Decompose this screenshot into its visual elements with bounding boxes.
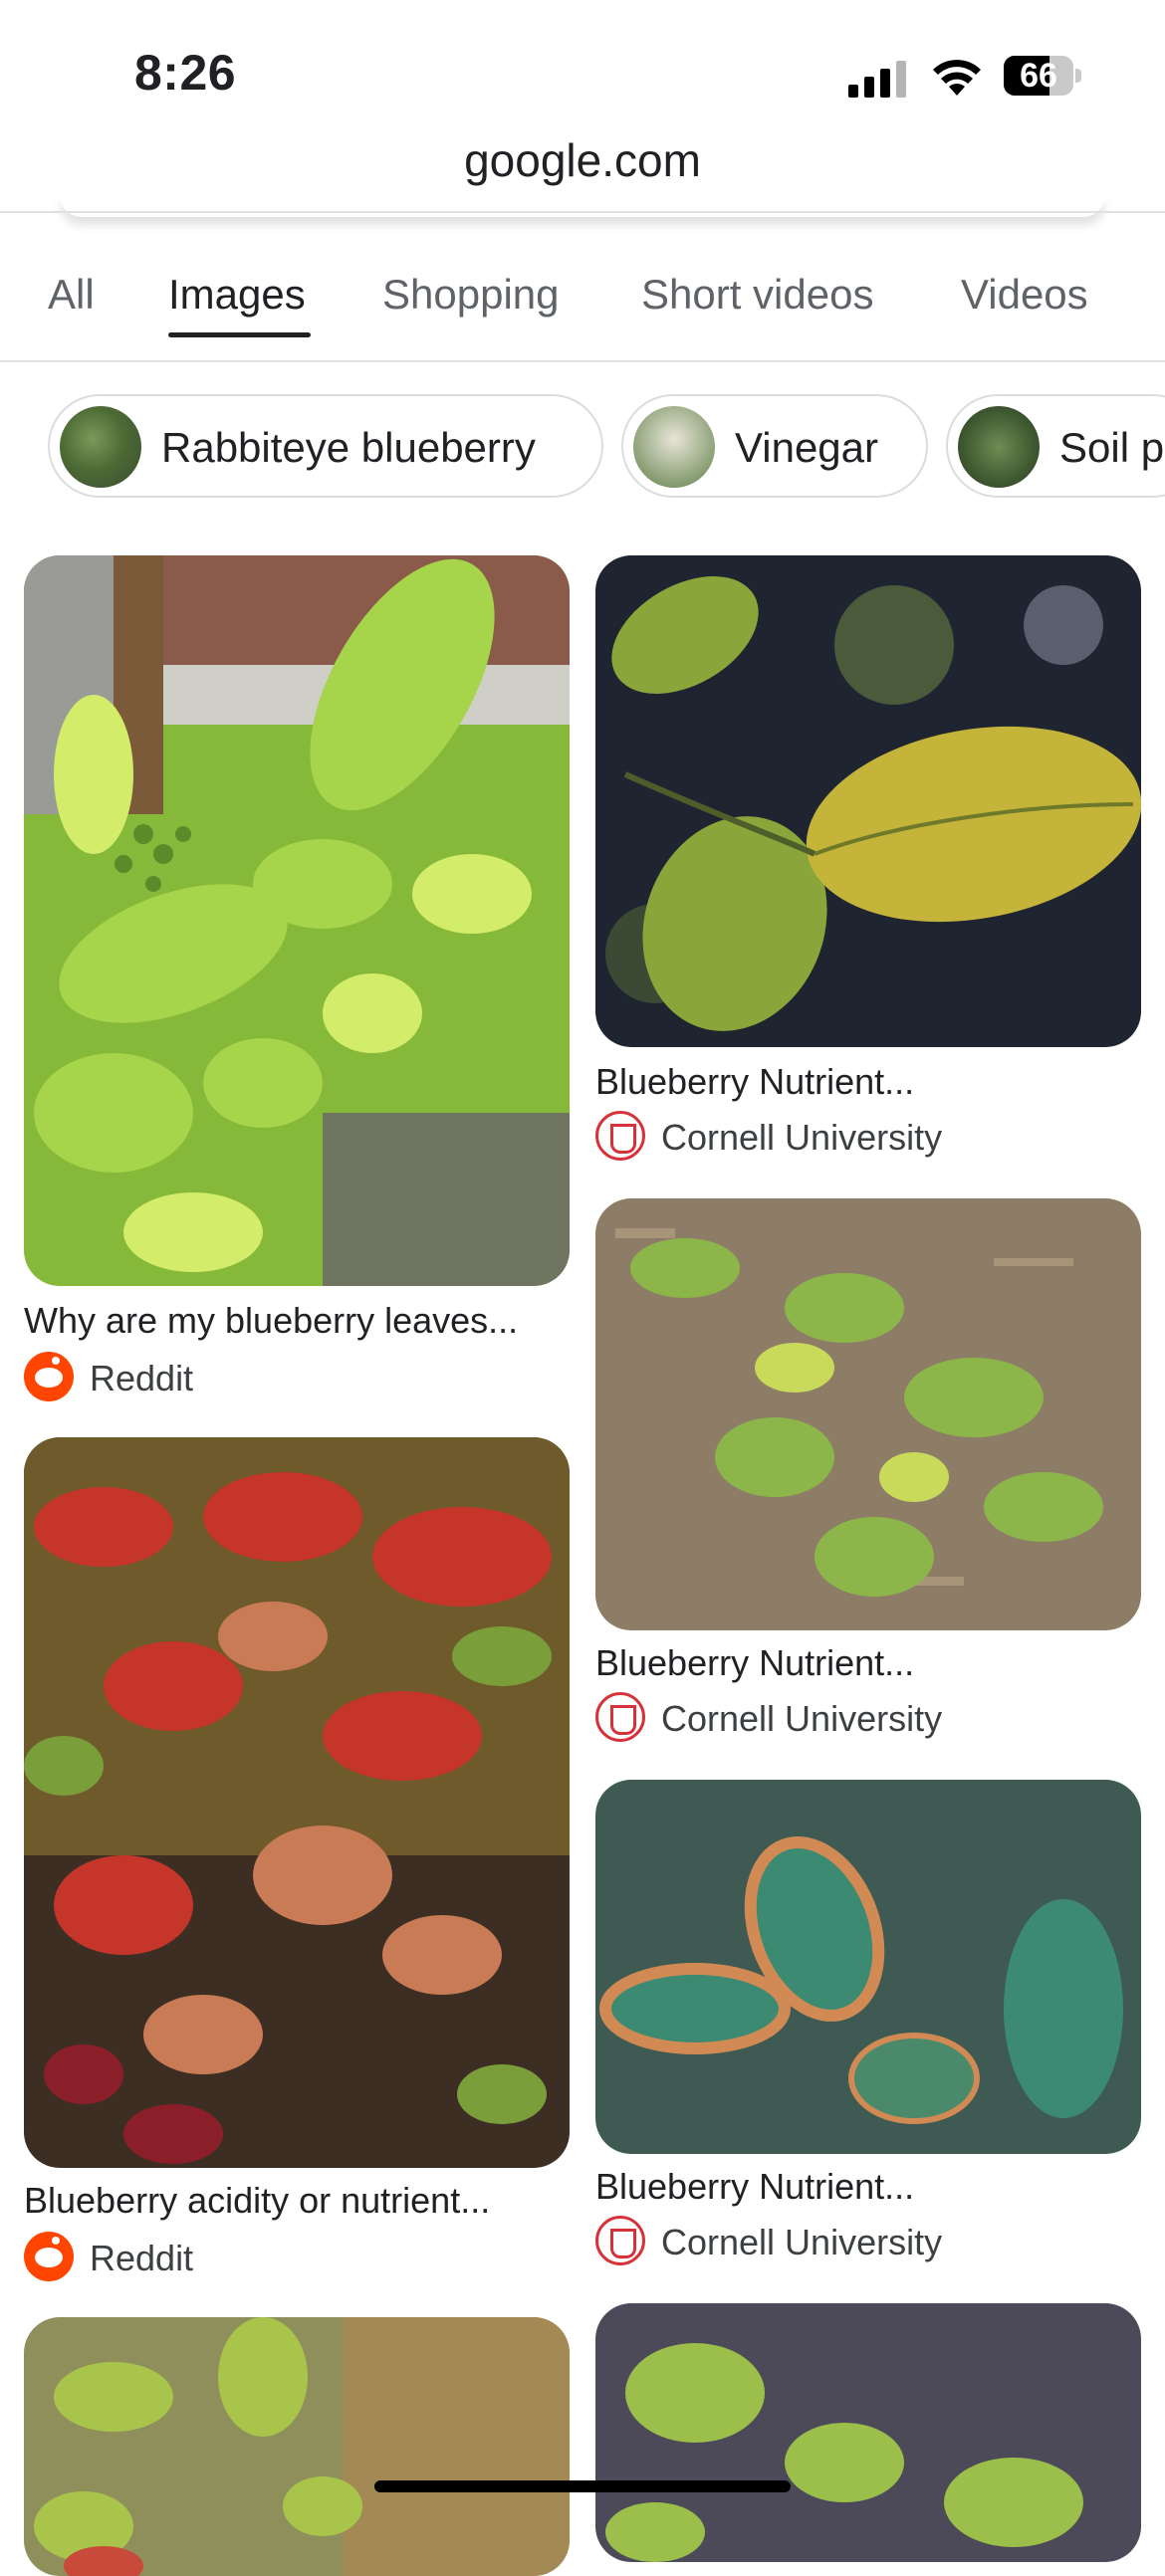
tab-videos[interactable]: Videos — [961, 271, 1088, 319]
battery-icon: 66 — [1004, 56, 1081, 96]
result-title[interactable]: Blueberry Nutrient... — [595, 1642, 914, 1684]
chip-label: Vinegar — [735, 424, 879, 471]
result-source[interactable]: Reddit — [24, 1352, 422, 1403]
result-source[interactable]: Cornell University — [595, 2216, 1093, 2267]
cellular-signal-icon — [848, 58, 908, 98]
chip-soil-p[interactable]: Soil p — [946, 394, 1165, 498]
result-image[interactable] — [595, 1780, 1141, 2154]
clock: 8:26 — [134, 45, 237, 101]
source-name: Cornell University — [661, 1117, 943, 1158]
chip-rabbiteye-blueberry[interactable]: Rabbiteye blueberry — [48, 394, 603, 498]
result-source[interactable]: Reddit — [24, 2232, 422, 2283]
result-title[interactable]: Blueberry Nutrient... — [595, 1061, 914, 1103]
cornell-shield-icon — [595, 1692, 645, 1742]
cornell-shield-icon — [595, 2216, 645, 2265]
divider — [0, 360, 1165, 362]
source-name: Cornell University — [661, 1698, 943, 1739]
search-tabs: All Images Shopping Short videos Videos — [0, 239, 1165, 362]
result-source[interactable]: Cornell University — [595, 1692, 1093, 1744]
result-title[interactable]: Blueberry acidity or nutrient... — [24, 2180, 490, 2222]
url-bar[interactable]: google.com — [0, 133, 1165, 187]
result-source[interactable]: Cornell University — [595, 1111, 1093, 1163]
chip-thumbnail — [633, 406, 715, 488]
divider — [0, 211, 1165, 213]
tab-images[interactable]: Images — [168, 271, 306, 319]
result-image[interactable] — [24, 1437, 570, 2168]
battery-percentage: 66 — [1020, 57, 1057, 95]
search-box-edge — [60, 195, 1105, 217]
chip-label: Rabbiteye blueberry — [161, 424, 536, 471]
wifi-icon — [933, 60, 981, 96]
result-title[interactable]: Why are my blueberry leaves... — [24, 1300, 518, 1342]
chip-label: Soil p — [1059, 424, 1165, 471]
tab-short-videos[interactable]: Short videos — [641, 271, 873, 319]
result-image[interactable] — [595, 2303, 1141, 2562]
source-name: Reddit — [90, 2238, 194, 2278]
result-image[interactable] — [595, 555, 1141, 1047]
reddit-icon — [24, 2232, 74, 2281]
result-title[interactable]: Blueberry Nutrient... — [595, 2166, 914, 2208]
active-tab-indicator — [168, 332, 311, 337]
result-image[interactable] — [595, 1198, 1141, 1630]
result-image[interactable] — [24, 555, 570, 1286]
cornell-shield-icon — [595, 1111, 645, 1161]
status-bar: 8:26 66 google.com — [0, 0, 1165, 186]
reddit-icon — [24, 1352, 74, 1401]
source-name: Reddit — [90, 1358, 194, 1398]
source-name: Cornell University — [661, 2222, 943, 2262]
chip-thumbnail — [958, 406, 1040, 488]
chip-thumbnail — [60, 406, 141, 488]
chip-vinegar[interactable]: Vinegar — [621, 394, 928, 498]
home-indicator[interactable] — [374, 2480, 791, 2492]
tab-shopping[interactable]: Shopping — [382, 271, 560, 319]
tab-all[interactable]: All — [48, 271, 95, 319]
result-image[interactable] — [24, 2317, 570, 2576]
